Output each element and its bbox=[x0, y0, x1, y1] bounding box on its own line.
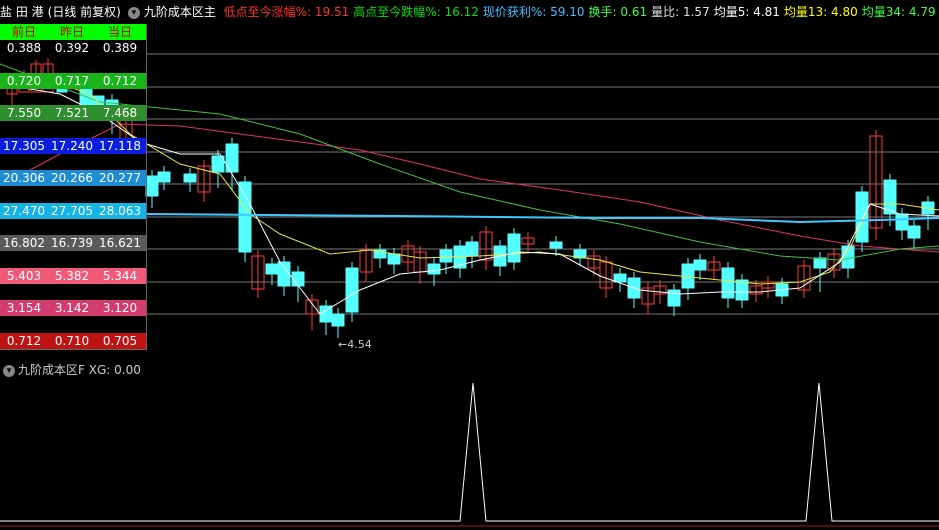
cost-cell: 28.063 bbox=[99, 203, 141, 218]
cost-cell: 17.240 bbox=[51, 138, 93, 153]
cost-row: 5.403 5.382 5.344 bbox=[0, 267, 146, 284]
candle-body bbox=[813, 257, 827, 269]
metric-4: 量比: 1.57 bbox=[651, 5, 710, 19]
col-header-prev1: 昨日 bbox=[59, 25, 84, 39]
candle-body bbox=[465, 241, 479, 257]
xg-signal-line bbox=[0, 382, 939, 522]
metrics-list: 低点至今涨幅%: 19.51 高点至今跌幅%: 16.12 现价获利%: 59.10… bbox=[224, 5, 939, 19]
dropdown-icon[interactable]: ▾ bbox=[3, 364, 15, 377]
cost-cell: 0.710 bbox=[54, 333, 90, 348]
candle-body bbox=[331, 313, 345, 327]
indicator-header-bar: 盐 田 港 (日线 前复权) ▾ 九阶成本区主 低点至今涨幅%: 19.51 高点至今跌… bbox=[0, 0, 939, 24]
cost-cell: 16.621 bbox=[99, 236, 141, 250]
metric-6: 均量13: 4.80 bbox=[783, 5, 858, 19]
cost-row: 3.154 3.142 3.120 bbox=[0, 300, 146, 316]
candle-body bbox=[667, 289, 681, 307]
xg-value: 0.00 bbox=[114, 363, 141, 377]
cost-cell: 3.142 bbox=[54, 301, 90, 315]
panel-header-row: 前日 昨日 当日 bbox=[0, 24, 146, 40]
cost-cell: 7.521 bbox=[54, 106, 90, 120]
sub-indicator-name[interactable]: 九阶成本区F bbox=[18, 363, 85, 377]
candle-body bbox=[183, 173, 197, 183]
cost-cell: 17.118 bbox=[99, 138, 141, 153]
cost-cell: 16.802 bbox=[3, 236, 45, 250]
cost-cell: 0.705 bbox=[102, 333, 138, 348]
cost-cell: 7.550 bbox=[6, 106, 42, 120]
dropdown-icon[interactable]: ▾ bbox=[127, 6, 140, 19]
cost-cell: 5.382 bbox=[54, 268, 90, 283]
cost-cell: 0.712 bbox=[102, 73, 138, 88]
candle-body bbox=[157, 171, 171, 183]
stock-name: 盐 田 港 bbox=[0, 5, 44, 19]
candle-body bbox=[277, 261, 291, 287]
cost-cell: 5.344 bbox=[102, 268, 138, 283]
col-header-today: 当日 bbox=[107, 25, 132, 39]
candle-body bbox=[291, 271, 305, 287]
metric-7: 均量34: 4.79 bbox=[861, 5, 936, 19]
candle-body bbox=[145, 175, 159, 197]
candle-body bbox=[907, 225, 921, 239]
cost-zone-panel: 前日 昨日 当日 0.388 0.392 0.389 0.720 0.717 0.712 7… bbox=[0, 24, 147, 350]
cost-row: 16.802 16.739 16.621 bbox=[0, 235, 146, 251]
low-price-marker: ←4.54 bbox=[338, 338, 372, 351]
cost-cell: 16.739 bbox=[51, 236, 93, 250]
candle-body bbox=[855, 191, 869, 243]
candle-body bbox=[841, 245, 855, 269]
candle-body bbox=[345, 267, 359, 313]
cost-row: 0.712 0.710 0.705 bbox=[0, 332, 146, 349]
candle-body bbox=[549, 241, 563, 249]
cost-cell: 27.470 bbox=[3, 203, 45, 218]
metric-5: 均量5: 4.81 bbox=[713, 5, 780, 19]
cost-cell: 0.712 bbox=[6, 333, 42, 348]
cost-row: 27.470 27.705 28.063 bbox=[0, 202, 146, 219]
cost-cell: 7.468 bbox=[102, 106, 138, 120]
candle-body bbox=[265, 263, 279, 275]
cost-row: 17.305 17.240 17.118 bbox=[0, 137, 146, 154]
sub-indicator-chart[interactable] bbox=[0, 380, 939, 530]
col-header-prev2: 前日 bbox=[11, 25, 36, 39]
candle-body bbox=[387, 253, 401, 265]
xg-label: XG: bbox=[88, 363, 111, 377]
sub-indicator-header: ▾ 九阶成本区F XG: 0.00 bbox=[0, 361, 141, 379]
cost-row: 0.720 0.717 0.712 bbox=[0, 72, 146, 89]
period-label: (日线 前复权) bbox=[47, 5, 121, 19]
metric-2: 现价获利%: 59.10 bbox=[482, 5, 585, 19]
cost-cell: 3.154 bbox=[6, 301, 42, 315]
candle-body bbox=[721, 267, 735, 299]
metric-1: 高点至今跌幅%: 16.12 bbox=[353, 5, 479, 19]
candle-body bbox=[427, 263, 441, 275]
cost-cell: 20.277 bbox=[99, 171, 141, 185]
cost-cell: 3.120 bbox=[102, 301, 138, 315]
cost-cell: 0.720 bbox=[6, 73, 42, 88]
metric-3: 换手: 0.61 bbox=[588, 5, 648, 19]
cost-cell: 0.388 bbox=[6, 41, 42, 55]
metric-0: 低点至今涨幅%: 19.51 bbox=[223, 5, 350, 19]
cost-cell: 20.266 bbox=[51, 171, 93, 185]
cost-row: 7.550 7.521 7.468 bbox=[0, 105, 146, 121]
candle-body bbox=[613, 273, 627, 283]
cost-cell: 0.717 bbox=[54, 73, 90, 88]
candle-body bbox=[507, 233, 521, 263]
cost-cell: 0.389 bbox=[102, 41, 138, 55]
candle-body bbox=[895, 213, 909, 231]
cost-cell: 20.306 bbox=[3, 171, 45, 185]
cost-cell: 27.705 bbox=[51, 203, 93, 218]
cost-row: 20.306 20.266 20.277 bbox=[0, 170, 146, 186]
candle-body bbox=[693, 259, 707, 271]
cost-cell: 17.305 bbox=[3, 138, 45, 153]
cost-row: 0.388 0.392 0.389 bbox=[0, 40, 146, 56]
cost-cell: 5.403 bbox=[6, 268, 42, 283]
candle-body bbox=[238, 181, 252, 253]
cost-cell: 0.392 bbox=[54, 41, 90, 55]
indicator-name[interactable]: 九阶成本区主 bbox=[144, 5, 216, 19]
candle-body bbox=[439, 249, 453, 263]
